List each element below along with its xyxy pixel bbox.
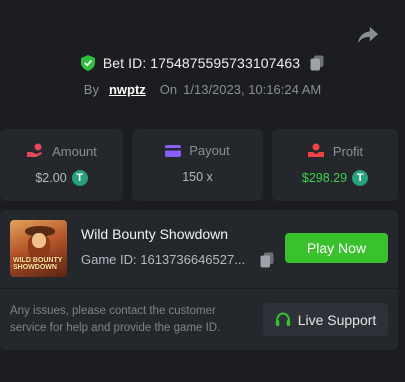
game-id: Game ID: 1613736646527... xyxy=(81,252,246,267)
bet-id-row: Bet ID: 1754875595733107463 xyxy=(0,52,405,74)
bet-datetime: 1/13/2023, 10:16:24 AM xyxy=(183,81,322,97)
divider xyxy=(0,288,398,289)
payout-label: Payout xyxy=(189,143,230,158)
by-label: By xyxy=(83,81,99,97)
amount-card: Amount $2.00 T xyxy=(0,129,123,201)
support-message: Any issues, please contact the customer … xyxy=(10,305,221,334)
bet-meta-row: By nwptz On 1/13/2023, 10:16:24 AM xyxy=(0,79,405,99)
payout-card: Payout 150 x xyxy=(132,129,263,201)
payout-value: 150 x xyxy=(182,170,213,184)
copy-icon[interactable] xyxy=(260,252,274,268)
username-link[interactable]: nwptz xyxy=(109,82,146,97)
game-title: Wild Bounty Showdown xyxy=(81,226,229,242)
headset-icon xyxy=(275,311,290,326)
share-icon[interactable] xyxy=(357,25,379,45)
amount-label: Amount xyxy=(52,143,97,159)
profit-value: $298.29 xyxy=(301,171,348,185)
live-support-label: Live Support xyxy=(297,311,377,328)
wallet-icon xyxy=(165,144,182,157)
hand-coin-icon xyxy=(307,143,324,157)
shield-check-icon xyxy=(80,55,95,71)
tether-icon: T xyxy=(352,170,369,186)
tether-icon: T xyxy=(71,170,88,186)
profit-card: Profit $298.29 T xyxy=(272,129,398,201)
game-thumbnail[interactable]: WILD BOUNTY SHOWDOWN xyxy=(10,220,67,277)
play-now-button[interactable]: Play Now xyxy=(285,233,388,263)
bet-id: Bet ID: 1754875595733107463 xyxy=(102,55,301,71)
copy-icon[interactable] xyxy=(310,55,324,71)
stats-row: Amount $2.00 T Payout 150 x Profit $298.… xyxy=(0,129,405,201)
profit-label: Profit xyxy=(332,143,364,159)
coins-hand-icon xyxy=(27,143,43,157)
thumbnail-logo-text: WILD BOUNTY SHOWDOWN xyxy=(13,257,63,271)
amount-value: $2.00 xyxy=(35,171,67,185)
on-label: On xyxy=(159,81,178,97)
live-support-button[interactable]: Live Support xyxy=(263,303,388,336)
